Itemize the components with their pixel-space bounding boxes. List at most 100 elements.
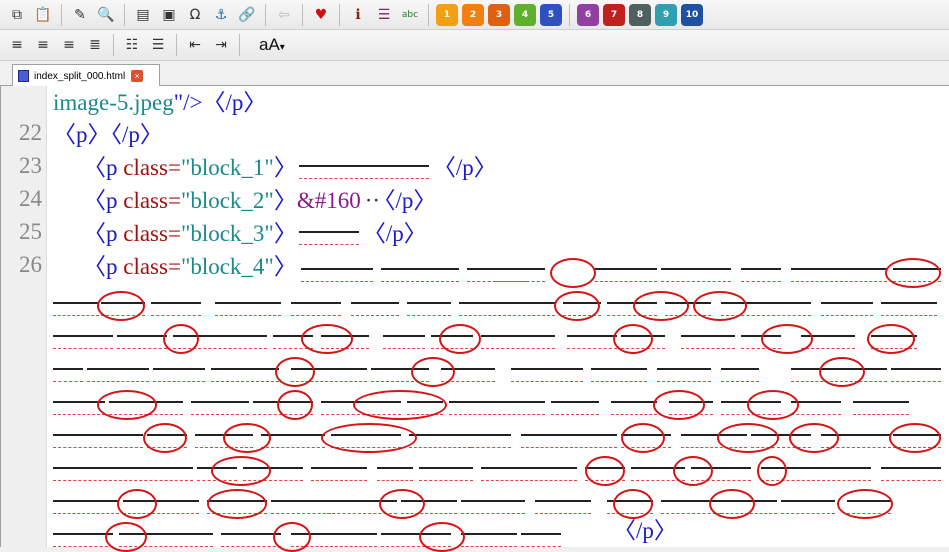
tab-bar: index_split_000.html ×: [0, 61, 949, 87]
format-toolbar: ≡ ≡ ≡ ≣ ☷ ☰ ⇤ ⇥ aA▾: [0, 30, 949, 61]
spellcheck-icon[interactable]: abc: [399, 4, 421, 26]
tag-token: 〈p: [83, 254, 124, 279]
script-text: [298, 231, 359, 247]
script-word: [311, 467, 367, 483]
script-word: [151, 302, 201, 318]
highlight-ring: [885, 258, 941, 288]
tag-token: 〈/p〉: [613, 518, 677, 543]
tag-token: 〈p: [83, 221, 124, 246]
decrease-indent-icon[interactable]: ⇤: [184, 34, 206, 56]
script-word: [459, 302, 555, 318]
script-word: [495, 268, 545, 284]
script-word: [611, 401, 657, 417]
heading-9-button[interactable]: 9: [655, 3, 677, 26]
entity-token: &#160: [296, 188, 361, 213]
align-center-icon[interactable]: ≡: [32, 34, 54, 56]
toolbar-separator: [302, 3, 303, 26]
script-word: [481, 467, 577, 483]
heading-4-button[interactable]: 4: [514, 3, 536, 26]
tag-token: "/>〈/p〉: [173, 90, 267, 115]
script-word: [409, 434, 471, 450]
heading-1-button[interactable]: 1: [436, 3, 458, 26]
link-icon[interactable]: 🔗: [236, 4, 258, 26]
script-word: [53, 302, 99, 318]
align-justify-icon[interactable]: ≣: [84, 34, 106, 56]
heading-3-button[interactable]: 3: [488, 3, 510, 26]
find-icon[interactable]: 🔍: [95, 4, 117, 26]
paste-icon[interactable]: 📋: [32, 4, 54, 26]
highlight-ring: [717, 423, 779, 453]
numbered-list-icon[interactable]: ☰: [147, 34, 169, 56]
increase-indent-icon[interactable]: ⇥: [210, 34, 232, 56]
metadata-icon[interactable]: ℹ: [347, 4, 369, 26]
close-icon[interactable]: ×: [131, 70, 144, 82]
code-line: 〈p〉〈/p〉: [53, 120, 163, 150]
anchor-icon[interactable]: ⚓: [210, 4, 232, 26]
tag-token: 〉: [273, 254, 297, 279]
heading-7-button[interactable]: 7: [603, 3, 625, 26]
script-word: [271, 500, 331, 516]
tag-token: 〉: [273, 188, 297, 213]
heading-2-button[interactable]: 2: [462, 3, 484, 26]
highlight-ring: [613, 324, 653, 354]
image-icon[interactable]: ▣: [158, 4, 180, 26]
copy-icon[interactable]: ⧉: [6, 4, 28, 26]
highlight-ring: [837, 489, 893, 519]
edit-icon[interactable]: ✎: [69, 4, 91, 26]
line-number: 26: [19, 252, 42, 277]
script-word: [383, 335, 425, 351]
heart-icon[interactable]: ♥: [310, 4, 332, 26]
toolbar-separator: [265, 3, 266, 26]
highlight-ring: [819, 357, 865, 387]
highlight-ring: [207, 489, 267, 519]
highlight-ring: [653, 390, 705, 420]
align-right-icon[interactable]: ≡: [58, 34, 80, 56]
script-word: [881, 302, 937, 318]
attribute-value: "block_2": [180, 188, 274, 213]
attribute-value: "block_4": [180, 254, 274, 279]
line-number: 25: [19, 219, 42, 244]
bullet-list-icon[interactable]: ☷: [121, 34, 143, 56]
back-icon[interactable]: ⇦: [273, 4, 295, 26]
script-word: [881, 467, 941, 483]
tab-index-split-000[interactable]: index_split_000.html ×: [12, 64, 160, 87]
toolbar-separator: [239, 34, 240, 56]
code-line: image-5.jpeg"/>〈/p〉: [53, 88, 266, 118]
script-text: [298, 165, 429, 181]
highlight-ring: [550, 258, 596, 288]
highlight-ring: [419, 522, 465, 552]
attribute-name: class=: [123, 254, 181, 279]
script-word: [377, 467, 413, 483]
change-case-button[interactable]: aA▾: [259, 35, 285, 55]
tab-filename: index_split_000.html: [34, 70, 126, 82]
script-word: [351, 302, 399, 318]
code-editor[interactable]: 22 23 24 25 26 image-5.jpeg"/>〈/p〉 〈p〉〈/…: [0, 86, 949, 552]
toolbar-separator: [339, 3, 340, 26]
highlight-ring: [117, 489, 157, 519]
heading-8-button[interactable]: 8: [629, 3, 651, 26]
script-word: [535, 500, 591, 516]
highlight-ring: [275, 357, 315, 387]
chevron-down-icon: ▾: [279, 42, 285, 53]
highlight-ring: [273, 522, 311, 552]
omega-icon[interactable]: Ω: [184, 4, 206, 26]
highlight-ring: [211, 456, 271, 486]
highlight-ring: [439, 324, 481, 354]
script-word: [53, 368, 83, 384]
heading-5-button[interactable]: 5: [540, 3, 562, 26]
main-toolbar: ⧉ 📋 ✎ 🔍 ▤ ▣ Ω ⚓ 🔗 ⇦ ♥ ℹ ☰ abc 1 2 3 4 5 …: [0, 0, 949, 30]
heading-10-button[interactable]: 10: [681, 3, 703, 26]
highlight-ring: [223, 423, 271, 453]
highlight-ring: [867, 324, 915, 354]
toolbar-separator: [569, 3, 570, 26]
script-word: [511, 368, 583, 384]
align-left-icon[interactable]: ≡: [6, 34, 28, 56]
toc-icon[interactable]: ☰: [373, 4, 395, 26]
script-word: [591, 368, 647, 384]
script-word: [471, 434, 511, 450]
attribute-name: class=: [123, 155, 181, 180]
split-icon[interactable]: ▤: [132, 4, 154, 26]
script-word: [153, 368, 205, 384]
heading-6-button[interactable]: 6: [577, 3, 599, 26]
attribute-value: "block_3": [180, 221, 274, 246]
